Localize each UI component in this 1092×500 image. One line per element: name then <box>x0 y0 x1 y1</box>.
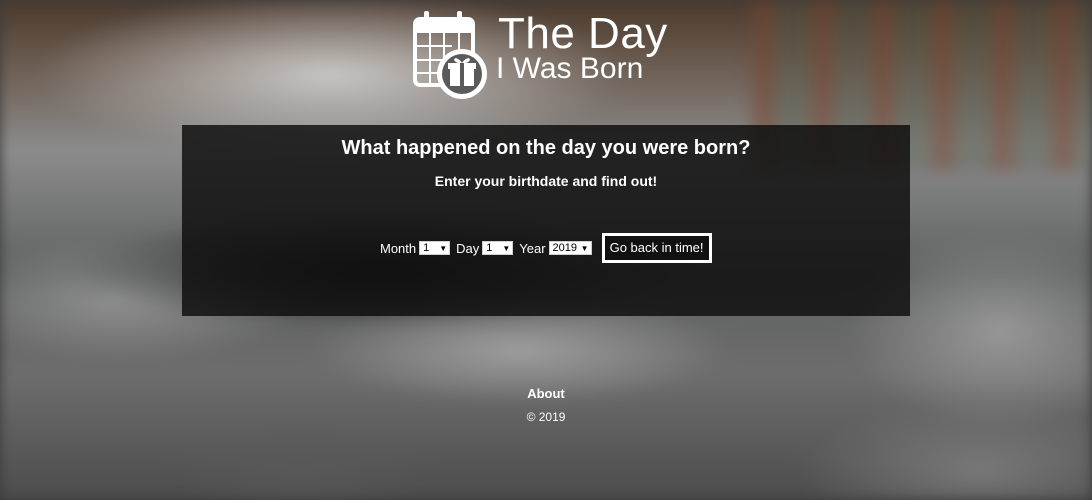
page: The Day I Was Born What happened on the … <box>0 0 1092 500</box>
year-label: Year <box>519 240 546 256</box>
logo-title-line2: I Was Born <box>496 52 644 85</box>
month-label: Month <box>380 240 417 256</box>
month-select[interactable]: 1 ▼ <box>419 241 451 255</box>
page-title: What happened on the day you were born? <box>341 137 751 159</box>
birthdate-panel: What happened on the day you were born? … <box>182 125 910 316</box>
day-select-value: 1 <box>486 242 493 254</box>
site-logo[interactable]: The Day I Was Born <box>412 10 692 102</box>
year-select[interactable]: 2019 ▼ <box>548 241 592 255</box>
page-subtitle: Enter your birthdate and find out! <box>434 173 658 189</box>
dropdown-arrow-icon: ▼ <box>580 244 589 253</box>
day-label: Day <box>456 240 480 256</box>
birthdate-form: Month 1 ▼ Day 1 ▼ Year 2019 ▼ Go back in… <box>380 233 712 263</box>
calendar-gift-icon <box>413 11 487 99</box>
about-link[interactable]: About <box>0 386 1092 402</box>
year-select-value: 2019 <box>552 242 578 254</box>
day-select[interactable]: 1 ▼ <box>482 241 514 255</box>
go-back-in-time-button[interactable]: Go back in time! <box>601 233 712 263</box>
dropdown-arrow-icon: ▼ <box>502 244 511 253</box>
dropdown-arrow-icon: ▼ <box>439 244 448 253</box>
logo-title-line1: The Day <box>498 9 668 58</box>
copyright-text: © 2019 <box>526 410 566 424</box>
month-select-value: 1 <box>423 242 430 254</box>
